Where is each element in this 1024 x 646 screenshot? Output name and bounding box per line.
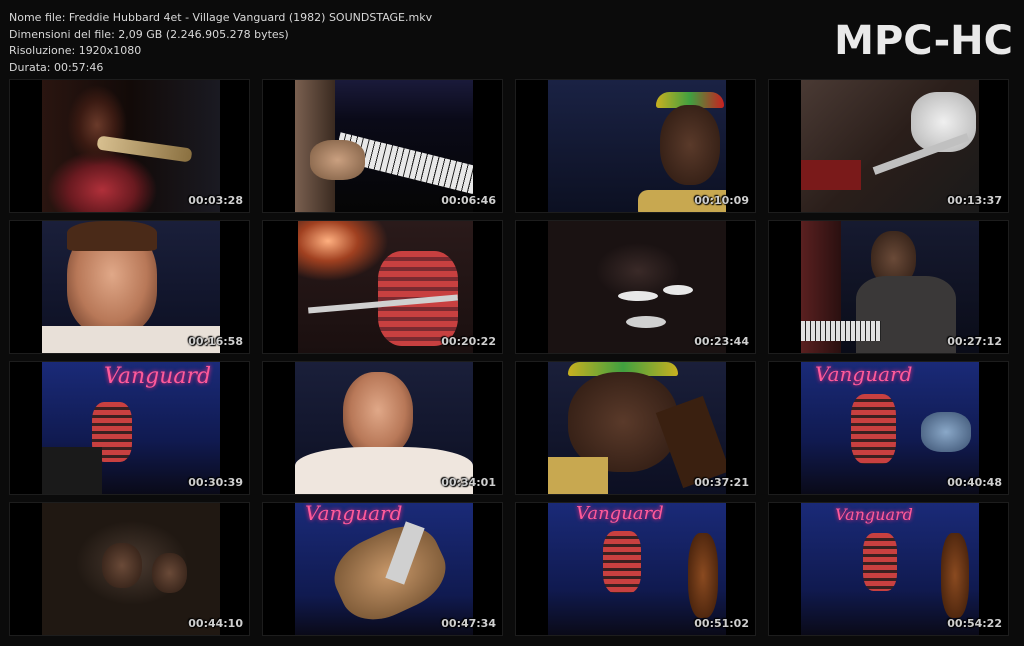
thumbnail: Vanguard 00:47:34 — [262, 502, 503, 636]
timestamp: 00:54:22 — [947, 617, 1002, 630]
file-name-line: Nome file: Freddie Hubbard 4et - Village… — [9, 11, 433, 24]
video-frame — [295, 80, 473, 212]
thumbnail: 00:44:10 — [9, 502, 250, 636]
vanguard-sign: Vanguard — [104, 364, 212, 389]
thumbnail: 00:23:44 — [515, 220, 756, 354]
thumbnail: 00:03:28 — [9, 79, 250, 213]
video-frame — [548, 221, 726, 353]
duration-line: Durata: 00:57:46 — [9, 60, 104, 74]
video-frame — [801, 80, 979, 212]
timestamp: 00:23:44 — [694, 335, 749, 348]
video-frame: Vanguard — [42, 362, 220, 494]
video-frame — [42, 221, 220, 353]
thumbnail: 00:06:46 — [262, 79, 503, 213]
vanguard-sign: Vanguard — [576, 503, 664, 524]
timestamp: 00:03:28 — [188, 194, 243, 207]
timestamp: 00:34:01 — [441, 476, 496, 489]
thumbnail: Vanguard 00:30:39 — [9, 361, 250, 495]
vanguard-sign: Vanguard — [835, 505, 913, 524]
thumbnail: 00:27:12 — [768, 220, 1009, 354]
thumbnail: Vanguard 00:54:22 — [768, 502, 1009, 636]
file-info-header: Nome file: Freddie Hubbard 4et - Village… — [9, 10, 432, 76]
thumbnail: 00:37:21 — [515, 361, 756, 495]
thumbnail: 00:13:37 — [768, 79, 1009, 213]
video-frame — [548, 80, 726, 212]
thumbnail: 00:16:58 — [9, 220, 250, 354]
thumbnail: 00:20:22 — [262, 220, 503, 354]
thumbnail-grid: 00:03:28 00:06:46 00:10:09 00:13:37 00:1… — [9, 79, 1015, 636]
video-frame — [801, 221, 979, 353]
vanguard-sign: Vanguard — [305, 503, 403, 525]
vanguard-sign: Vanguard — [815, 362, 913, 386]
timestamp: 00:06:46 — [441, 194, 496, 207]
video-frame: Vanguard — [801, 362, 979, 494]
video-frame: Vanguard — [295, 503, 473, 635]
file-size-line: Dimensioni del file: 2,09 GB (2.246.905.… — [9, 27, 289, 41]
timestamp: 00:10:09 — [694, 194, 749, 207]
thumbnail: 00:10:09 — [515, 79, 756, 213]
video-frame — [42, 503, 220, 635]
timestamp: 00:47:34 — [441, 617, 496, 630]
thumbnail: 00:34:01 — [262, 361, 503, 495]
video-frame — [548, 362, 726, 494]
timestamp: 00:16:58 — [188, 335, 243, 348]
timestamp: 00:27:12 — [947, 335, 1002, 348]
video-frame: Vanguard — [801, 503, 979, 635]
video-frame — [298, 221, 473, 353]
timestamp: 00:37:21 — [694, 476, 749, 489]
video-frame — [42, 80, 220, 212]
video-frame — [295, 362, 473, 494]
timestamp: 00:51:02 — [694, 617, 749, 630]
timestamp: 00:44:10 — [188, 617, 243, 630]
video-frame: Vanguard — [548, 503, 726, 635]
thumbnail: Vanguard 00:40:48 — [768, 361, 1009, 495]
timestamp: 00:13:37 — [947, 194, 1002, 207]
timestamp: 00:20:22 — [441, 335, 496, 348]
timestamp: 00:40:48 — [947, 476, 1002, 489]
timestamp: 00:30:39 — [188, 476, 243, 489]
app-logo: MPC-HC — [834, 18, 1013, 64]
resolution-line: Risoluzione: 1920x1080 — [9, 44, 142, 57]
thumbnail: Vanguard 00:51:02 — [515, 502, 756, 636]
